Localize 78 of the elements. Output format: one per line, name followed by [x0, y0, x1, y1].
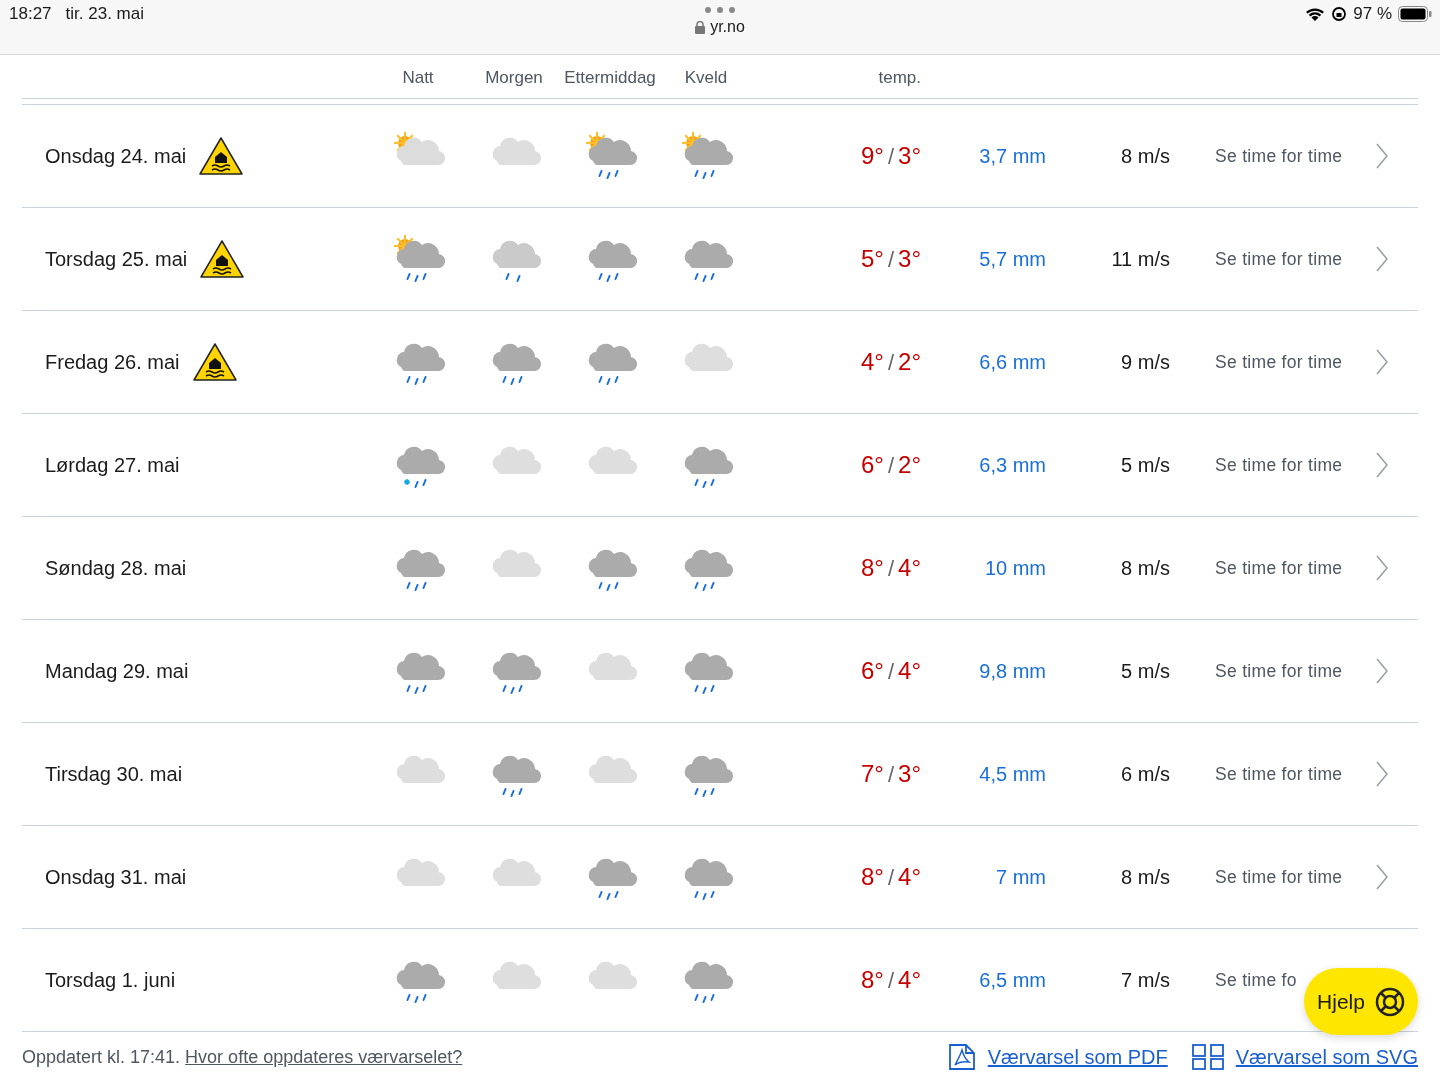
day-name: Onsdag 31. mai: [45, 865, 187, 889]
temperature: 9° / 3°: [859, 142, 921, 170]
hourly-link[interactable]: Se time for time: [1215, 660, 1343, 682]
wind-speed: 5 m/s: [1120, 453, 1170, 477]
precipitation: 10 mm: [983, 556, 1046, 580]
sun-cloud-icon: [583, 131, 637, 181]
rotation-lock-icon: [1331, 6, 1348, 22]
day-name: Torsdag 1. juni: [45, 968, 176, 992]
temperature: 7° / 3°: [859, 760, 921, 788]
chevron-right-icon[interactable]: [1376, 555, 1388, 581]
battery-percent: 97 %: [1353, 4, 1392, 24]
hourly-link[interactable]: Se time for time: [1215, 248, 1343, 270]
day-name: Tirsdag 30. mai: [45, 762, 183, 786]
temperature: 8° / 4°: [859, 554, 921, 582]
hourly-link[interactable]: Se time for time: [1215, 866, 1343, 888]
clock-time: 18:27: [9, 4, 52, 24]
precipitation: 9,8 mm: [978, 659, 1046, 683]
battery-icon: [1398, 6, 1432, 22]
day-name: Torsdag 25. mai: [45, 247, 188, 271]
precipitation: 6,3 mm: [978, 453, 1046, 477]
column-header: temp.: [877, 68, 921, 88]
temperature: 8° / 4°: [859, 966, 921, 994]
chevron-right-icon[interactable]: [1376, 761, 1388, 787]
pdf-link[interactable]: Værvarsel som PDF: [947, 1044, 1168, 1070]
column-header: Morgen: [484, 68, 544, 88]
hourly-link[interactable]: Se time for time: [1215, 557, 1343, 579]
hourly-link[interactable]: Se time fo: [1215, 969, 1297, 991]
sun-cloud-icon: [391, 234, 445, 284]
wind-speed: 9 m/s: [1120, 350, 1170, 374]
temperature: 6° / 4°: [859, 657, 921, 685]
day-name: Søndag 28. mai: [45, 556, 187, 580]
day-name: Lørdag 27. mai: [45, 453, 180, 477]
day-name: Onsdag 24. mai: [45, 144, 187, 168]
updated-text: Oppdatert kl. 17:41.: [22, 1046, 181, 1068]
precipitation: 3,7 mm: [978, 144, 1046, 168]
temperature: 5° / 3°: [859, 245, 921, 273]
precipitation: 4,5 mm: [978, 762, 1046, 786]
wind-speed: 8 m/s: [1120, 556, 1170, 580]
precipitation: 6,6 mm: [978, 350, 1046, 374]
chevron-right-icon[interactable]: [1376, 452, 1388, 478]
wind-speed: 8 m/s: [1120, 865, 1170, 889]
lock-icon: [695, 20, 706, 34]
hourly-link[interactable]: Se time for time: [1215, 454, 1343, 476]
precipitation: 7 mm: [995, 865, 1046, 889]
chevron-right-icon[interactable]: [1376, 864, 1388, 890]
lifebuoy-icon: [1374, 986, 1405, 1017]
pdf-document-icon: [947, 1044, 976, 1070]
more-dots-icon[interactable]: [704, 6, 736, 14]
chevron-right-icon[interactable]: [1376, 246, 1388, 272]
chevron-right-icon[interactable]: [1376, 658, 1388, 684]
temperature: 8° / 4°: [859, 863, 921, 891]
column-header: Ettermiddag: [563, 68, 657, 88]
sun-cloud-icon: [679, 131, 733, 181]
chevron-right-icon[interactable]: [1376, 143, 1388, 169]
wifi-icon: [1305, 6, 1326, 22]
temperature: 6° / 2°: [859, 451, 921, 479]
svg-link[interactable]: Værvarsel som SVG: [1191, 1044, 1418, 1070]
wind-speed: 8 m/s: [1120, 144, 1170, 168]
column-header: Kveld: [683, 68, 729, 88]
wind-speed: 7 m/s: [1120, 968, 1170, 992]
wind-speed: 6 m/s: [1120, 762, 1170, 786]
help-button[interactable]: Hjelp: [1304, 968, 1418, 1035]
day-name: Fredag 26. mai: [45, 350, 180, 374]
hourly-link[interactable]: Se time for time: [1215, 763, 1343, 785]
precipitation: 6,5 mm: [978, 968, 1046, 992]
day-name: Mandag 29. mai: [45, 659, 189, 683]
precipitation: 5,7 mm: [978, 247, 1046, 271]
chevron-right-icon[interactable]: [1376, 349, 1388, 375]
status-date: tir. 23. mai: [65, 4, 144, 24]
update-info-link[interactable]: Hvor ofte oppdateres værvarselet?: [185, 1046, 463, 1068]
column-header: Natt: [401, 68, 435, 88]
wind-speed: 11 m/s: [1110, 247, 1170, 271]
hourly-link[interactable]: Se time for time: [1215, 145, 1343, 167]
hourly-link[interactable]: Se time for time: [1215, 351, 1343, 373]
wind-speed: 5 m/s: [1120, 659, 1170, 683]
url-text[interactable]: yr.no: [710, 18, 745, 36]
temperature: 4° / 2°: [859, 348, 921, 376]
grid-squares-icon: [1191, 1044, 1224, 1070]
